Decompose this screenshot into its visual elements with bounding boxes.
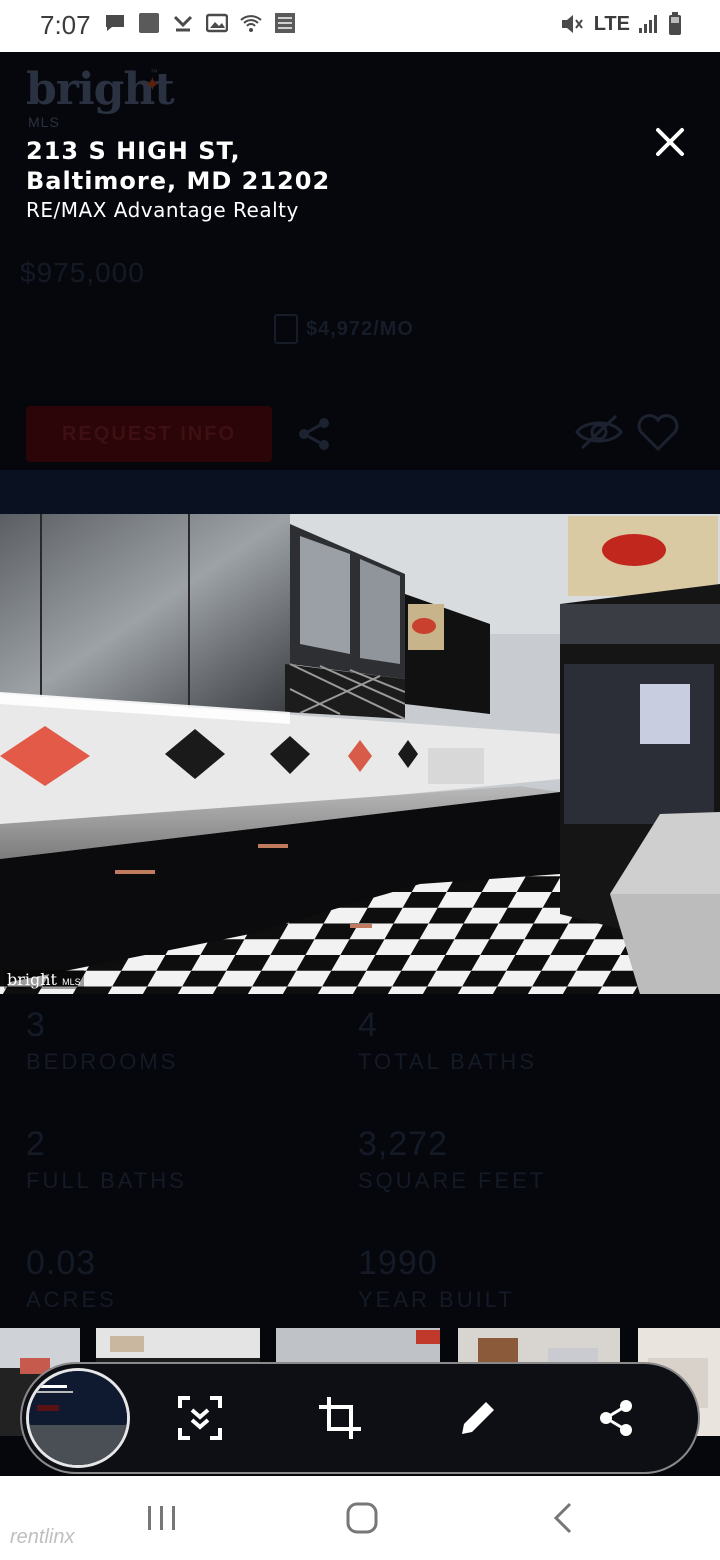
request-info-button[interactable]: REQUEST INFO (26, 406, 272, 462)
status-bar: 7:07 LTE (0, 0, 720, 52)
stat-bedrooms: 3 BEDROOMS (26, 1006, 178, 1075)
screenshot-preview-thumbnail[interactable] (26, 1368, 130, 1468)
mute-icon (561, 15, 583, 33)
signal-icon (639, 15, 657, 33)
stat-label: TOTAL BATHS (358, 1049, 537, 1074)
monthly-estimate[interactable]: $4,972/MO (274, 314, 414, 344)
photo-watermark-brand: bright (7, 970, 57, 989)
system-nav-bar (0, 1476, 720, 1560)
stat-label: FULL BATHS (26, 1168, 187, 1193)
stat-label: BEDROOMS (26, 1049, 179, 1074)
wifi-icon (240, 15, 262, 32)
share-icon (600, 1400, 632, 1436)
stat-value: 4 (358, 1006, 378, 1044)
photo-watermark: bright MLS (4, 970, 84, 989)
stat-value: 1990 (358, 1244, 438, 1282)
address-line-1: 213 S HIGH ST, (26, 137, 241, 165)
image-icon (206, 13, 228, 33)
missed-call-icon (173, 15, 193, 32)
home-icon[interactable] (340, 1498, 384, 1538)
stat-year-built: 1990 YEAR BUILT (358, 1244, 515, 1313)
favorite-heart-icon[interactable] (636, 412, 680, 452)
back-icon[interactable] (542, 1498, 586, 1538)
hotspot-icon (275, 13, 295, 33)
bright-mls-logo: bright ✦ ™ MLS (26, 64, 175, 130)
monthly-estimate-value: $4,972/MO (306, 317, 414, 340)
stat-full-baths: 2 FULL BATHS (26, 1125, 187, 1194)
stat-total-baths: 4 TOTAL BATHS (358, 1006, 537, 1075)
app-square-icon (139, 13, 159, 33)
kitchen-photo-image (0, 514, 720, 994)
hide-listing-icon[interactable] (574, 412, 624, 452)
stat-acres: 0.03 ACRES (26, 1244, 117, 1313)
section-strip (0, 470, 720, 514)
stat-label: YEAR BUILT (358, 1287, 515, 1312)
stat-value: 2 (26, 1125, 46, 1163)
listing-photo[interactable]: bright MLS (0, 514, 720, 994)
share-button[interactable] (590, 1392, 642, 1444)
logo-sub: MLS (28, 114, 60, 130)
battery-icon (669, 12, 681, 35)
scroll-capture-button[interactable] (174, 1392, 226, 1444)
listing-agency: RE/MAX Advantage Realty (26, 198, 299, 222)
listing-photo-viewer: bright ✦ ™ MLS $975,000 $4,972/MO REQUES… (0, 52, 720, 1476)
logo-trademark: ™ (150, 68, 158, 77)
screenshot-toolbar (20, 1362, 700, 1474)
stat-value: 3,272 (358, 1125, 449, 1163)
close-icon[interactable] (648, 120, 692, 164)
photo-watermark-sub: MLS (62, 977, 81, 987)
network-type: LTE (593, 12, 630, 35)
stat-value: 0.03 (26, 1244, 97, 1282)
site-watermark: rentlinx (10, 1526, 75, 1548)
address-line-2: Baltimore, MD 21202 (26, 167, 331, 195)
stat-label: SQUARE FEET (358, 1168, 547, 1193)
stat-square-feet: 3,272 SQUARE FEET (358, 1125, 546, 1194)
draw-button[interactable] (452, 1392, 504, 1444)
stat-value: 3 (26, 1006, 46, 1044)
crop-button[interactable] (314, 1392, 366, 1444)
notification-icons (104, 12, 296, 34)
stat-label: ACRES (26, 1287, 117, 1312)
crop-icon (319, 1397, 361, 1439)
status-time: 7:07 (40, 10, 91, 40)
message-icon (106, 15, 124, 31)
status-right-group: LTE (560, 12, 682, 36)
calculator-icon (274, 314, 298, 344)
listing-price: $975,000 (20, 257, 145, 288)
scroll-capture-icon (178, 1396, 222, 1440)
pencil-icon (462, 1402, 494, 1434)
recent-apps-icon[interactable] (140, 1498, 184, 1538)
photo-viewer-address: 213 S HIGH ST, Baltimore, MD 21202 (26, 136, 330, 196)
share-icon[interactable] (296, 416, 332, 452)
